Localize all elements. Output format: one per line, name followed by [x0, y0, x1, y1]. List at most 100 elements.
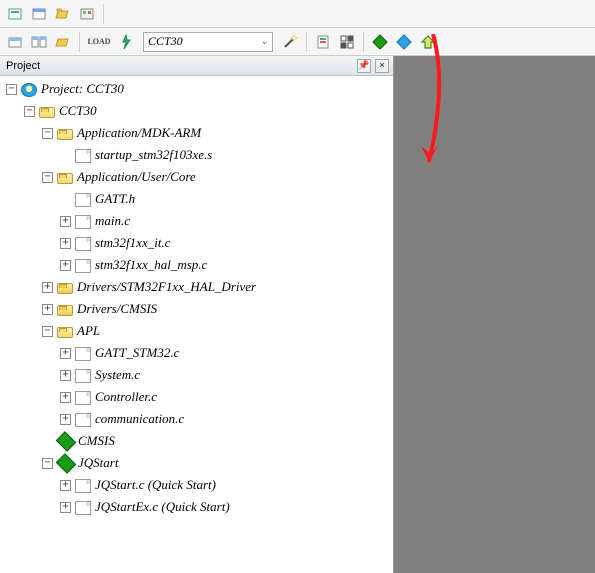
separator	[103, 4, 104, 24]
tree-item-label: main.c	[95, 213, 130, 229]
project-panel-title: Project	[6, 60, 40, 72]
tree-item-label: JQStart	[78, 455, 118, 471]
tree-item[interactable]: − Application/MDK-ARM	[0, 122, 393, 144]
pin-icon[interactable]: 📌	[357, 59, 371, 73]
expand-toggle[interactable]: +	[60, 414, 71, 425]
tree-item-label: System.c	[95, 367, 140, 383]
project-tree[interactable]: −Project: CCT30−CCT30−Application/MDK-AR…	[0, 76, 393, 573]
tree-item-label: Application/User/Core	[77, 169, 196, 185]
tree-item[interactable]: + Drivers/STM32F1xx_HAL_Driver	[0, 276, 393, 298]
folder-open-icon	[57, 327, 73, 338]
separator	[306, 32, 307, 52]
tree-item[interactable]: + Drivers/CMSIS	[0, 298, 393, 320]
tb-icon-4[interactable]	[76, 3, 98, 25]
tree-item-label: GATT_STM32.c	[95, 345, 179, 361]
tree-item-label: Drivers/STM32F1xx_HAL_Driver	[77, 279, 256, 295]
tree-item-label: JQStart.c (Quick Start)	[95, 477, 216, 493]
tree-item[interactable]: + System.c	[0, 364, 393, 386]
tree-item-label: Controller.c	[95, 389, 157, 405]
tree-item-label: GATT.h	[95, 191, 135, 207]
tree-item[interactable]: GATT.h	[0, 188, 393, 210]
tree-item[interactable]: + stm32f1xx_hal_msp.c	[0, 254, 393, 276]
chevron-down-icon: ⌄	[260, 36, 268, 47]
file-icon	[75, 413, 91, 427]
folder-closed-icon	[57, 283, 73, 294]
tree-item[interactable]: + Controller.c	[0, 386, 393, 408]
tree-item[interactable]: + communication.c	[0, 408, 393, 430]
tree-item[interactable]: + stm32f1xx_it.c	[0, 232, 393, 254]
file-icon	[75, 237, 91, 251]
proj-icon-icon	[21, 83, 37, 97]
tree-item[interactable]: − Application/User/Core	[0, 166, 393, 188]
collapse-toggle[interactable]: −	[6, 84, 17, 95]
file-icon	[75, 369, 91, 383]
expand-toggle[interactable]: +	[60, 392, 71, 403]
target-combo-value: CCT30	[148, 34, 183, 49]
folder-open-icon	[57, 129, 73, 140]
separator	[363, 32, 364, 52]
manage-icon[interactable]	[336, 31, 358, 53]
expand-toggle[interactable]: +	[60, 502, 71, 513]
tree-item-label: stm32f1xx_it.c	[95, 235, 170, 251]
tree-item[interactable]: − CCT30	[0, 100, 393, 122]
diamond-green-icon	[56, 431, 77, 452]
collapse-toggle[interactable]: −	[42, 128, 53, 139]
tree-item-label: Project: CCT30	[41, 81, 124, 97]
pack-install-icon[interactable]	[417, 31, 439, 53]
tree-item-label: stm32f1xx_hal_msp.c	[95, 257, 207, 273]
expand-toggle[interactable]: +	[60, 238, 71, 249]
file-icon	[75, 391, 91, 405]
expand-toggle[interactable]: +	[60, 370, 71, 381]
tree-item[interactable]: CMSIS	[0, 430, 393, 452]
expand-toggle[interactable]: +	[60, 216, 71, 227]
tree-item-label: APL	[77, 323, 100, 339]
expand-toggle[interactable]: +	[60, 480, 71, 491]
target-combo[interactable]: CCT30 ⌄	[143, 32, 273, 52]
project-panel: Project 📌 × −Project: CCT30−CCT30−Applic…	[0, 56, 394, 573]
collapse-toggle[interactable]: −	[24, 106, 35, 117]
tree-item[interactable]: startup_stm32f103xe.s	[0, 144, 393, 166]
expand-toggle[interactable]: +	[60, 348, 71, 359]
tree-item[interactable]: + main.c	[0, 210, 393, 232]
tb-icon-1[interactable]	[4, 3, 26, 25]
expand-toggle[interactable]: +	[42, 282, 53, 293]
close-icon[interactable]: ×	[375, 59, 389, 73]
project-panel-header: Project 📌 ×	[0, 56, 393, 76]
tree-item-label: Drivers/CMSIS	[77, 301, 157, 317]
tree-item-label: communication.c	[95, 411, 184, 427]
tb-icon-3[interactable]	[52, 3, 74, 25]
tree-item[interactable]: + GATT_STM32.c	[0, 342, 393, 364]
options-icon[interactable]	[312, 31, 334, 53]
tree-item-label: JQStartEx.c (Quick Start)	[95, 499, 230, 515]
file-icon	[75, 215, 91, 229]
toolbar-row-2: LOAD CCT30 ⌄	[0, 28, 595, 56]
tb2-icon-2[interactable]	[28, 31, 50, 53]
tb2-icon-3[interactable]	[52, 31, 74, 53]
load-button[interactable]: LOAD	[85, 31, 113, 53]
tree-item-label: startup_stm32f103xe.s	[95, 147, 212, 163]
pack-manager-icon[interactable]	[369, 31, 391, 53]
folder-closed-icon	[57, 305, 73, 316]
folder-open-icon	[39, 107, 55, 118]
expand-toggle[interactable]: +	[60, 260, 71, 271]
folder-open-icon	[57, 173, 73, 184]
wand-icon[interactable]	[279, 31, 301, 53]
tree-item-label: CCT30	[59, 103, 97, 119]
tree-item[interactable]: + JQStartEx.c (Quick Start)	[0, 496, 393, 518]
tree-item[interactable]: − JQStart	[0, 452, 393, 474]
diamond-green-icon	[56, 453, 77, 474]
tb2-icon-flash[interactable]	[115, 31, 137, 53]
tree-item[interactable]: + JQStart.c (Quick Start)	[0, 474, 393, 496]
tree-item[interactable]: − APL	[0, 320, 393, 342]
tb-icon-2[interactable]	[28, 3, 50, 25]
rte-icon[interactable]	[393, 31, 415, 53]
tb2-icon-1[interactable]	[4, 31, 26, 53]
tree-item[interactable]: − Project: CCT30	[0, 78, 393, 100]
collapse-toggle[interactable]: −	[42, 458, 53, 469]
file-icon	[75, 347, 91, 361]
tree-item-label: Application/MDK-ARM	[77, 125, 201, 141]
collapse-toggle[interactable]: −	[42, 326, 53, 337]
file-icon	[75, 501, 91, 515]
expand-toggle[interactable]: +	[42, 304, 53, 315]
collapse-toggle[interactable]: −	[42, 172, 53, 183]
